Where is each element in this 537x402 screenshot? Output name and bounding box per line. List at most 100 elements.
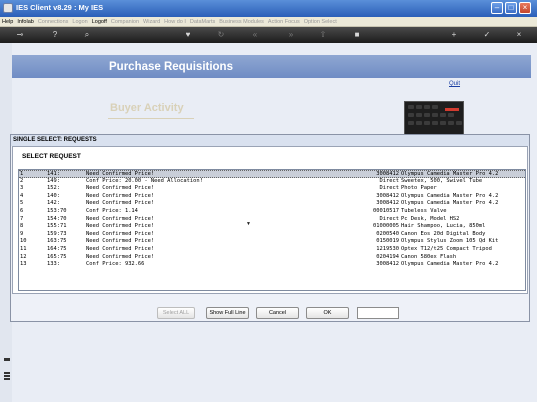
close-icon[interactable]: × xyxy=(514,30,524,40)
window-title: IES Client v8.29 : My IES xyxy=(16,3,104,12)
heart-icon[interactable]: ♥ xyxy=(183,30,193,40)
table-row[interactable]: 5 142: Need Confirmed Price! 3008412 Olympus… xyxy=(19,200,525,208)
row-id: 164:75 xyxy=(47,246,67,252)
dialog-heading: SELECT REQUEST xyxy=(22,153,81,160)
row-desc: Need Confirmed Price! xyxy=(86,185,155,192)
ok-button[interactable]: OK xyxy=(306,307,349,319)
menu-item-help[interactable]: Help xyxy=(0,17,15,27)
menu-item-option-select[interactable]: Option Select xyxy=(302,17,339,27)
select-request-dialog: SINGLE SELECT: REQUESTS SELECT REQUEST ▼… xyxy=(10,134,530,322)
maximize-button[interactable]: □ xyxy=(505,2,517,14)
row-id: 152: xyxy=(47,185,60,192)
row-desc: Need Confirmed Price! xyxy=(86,246,155,252)
row-item: Canon 580ex Flash xyxy=(401,253,457,260)
row-desc: Need Confirmed Price! xyxy=(86,223,155,230)
menu-item-action-focus[interactable]: Action Focus xyxy=(266,17,302,27)
select-all-button[interactable]: Select ALL xyxy=(157,307,195,319)
section-divider xyxy=(108,118,194,119)
table-row[interactable]: 2 149: Conf Price: 20.00 - Need Allocation… xyxy=(19,178,525,186)
row-num: 9 xyxy=(20,230,24,237)
toolbar: ⊸ ? ⌕ ♥ ↻ « » ⇧ ■ + ✓ × xyxy=(0,27,537,43)
menu-item-wizard[interactable]: Wizard xyxy=(141,17,162,27)
row-num: 10 xyxy=(20,238,27,245)
forward-icon[interactable]: » xyxy=(286,30,296,40)
row-item: Hair Shampoo, Lucia, 850ml xyxy=(401,223,486,230)
row-id: 153:70 xyxy=(47,208,67,214)
table-row[interactable]: 6 153:70 Conf Price: 1.14 00010517 Tubeless … xyxy=(19,208,525,216)
help-icon[interactable]: ? xyxy=(50,30,60,40)
row-num: 3 xyxy=(20,185,24,192)
row-item: Optex T12/t25 Compact Tripod xyxy=(401,246,492,252)
key-icon[interactable]: ⊸ xyxy=(12,30,28,40)
table-row[interactable]: 3 152: Need Confirmed Price! Direct Photo Pa… xyxy=(19,185,525,193)
page-title: Purchase Requisitions xyxy=(109,61,233,73)
menu-item-how-do-i[interactable]: How do I xyxy=(162,17,188,27)
row-num: 6 xyxy=(20,208,24,214)
table-row[interactable]: 13 133: Conf Price: 932.66 3008412 Olympus C… xyxy=(19,261,525,269)
section-title: Buyer Activity xyxy=(110,102,184,114)
menu-item-companion[interactable]: Companion xyxy=(109,17,141,27)
row-code: 3008412 xyxy=(376,261,399,268)
request-list[interactable]: ▼ 1 141: Need Confirmed Price! 3008412 Olymp… xyxy=(18,169,526,291)
check-icon[interactable]: ✓ xyxy=(482,30,492,40)
menu-item-connections[interactable]: Connections xyxy=(36,17,71,27)
row-desc: Conf Price: 1.14 xyxy=(86,208,138,214)
upload-icon[interactable]: ⇧ xyxy=(318,30,328,40)
row-item: Olympus Camedia Master Pro 4.2 xyxy=(401,261,499,268)
table-row[interactable]: 12 165:75 Need Confirmed Price! 0204194 Cano… xyxy=(19,254,525,262)
menu-bar: Help Infolab Connections Logon Logoff Compani… xyxy=(0,17,537,27)
cancel-button[interactable]: Cancel xyxy=(256,307,299,319)
table-row[interactable]: 4 140: Need Confirmed Price! 3008412 Olympus… xyxy=(19,193,525,201)
menu-item-business-modules[interactable]: Business Modules xyxy=(217,17,266,27)
row-item: Olympus Camedia Master Pro 4.2 xyxy=(401,200,499,207)
table-row[interactable]: 9 159:73 Need Confirmed Price! 0200540 Canon… xyxy=(19,231,525,239)
quit-link[interactable]: Quit xyxy=(449,81,460,87)
row-item: Sweetex, 500, Swivel Tube xyxy=(401,177,483,184)
row-code: Direct xyxy=(379,177,399,184)
menu-item-logon[interactable]: Logon xyxy=(70,17,89,27)
app-icon xyxy=(3,3,13,13)
menu-item-datamarts[interactable]: DataMarts xyxy=(188,17,217,27)
row-num: 8 xyxy=(20,223,24,230)
row-desc: Need Confirmed Price! xyxy=(86,215,155,222)
row-code: Direct xyxy=(379,215,399,222)
row-desc: Need Confirmed Price! xyxy=(86,238,155,245)
row-code: 0200540 xyxy=(376,230,399,237)
row-id: 142: xyxy=(47,200,60,207)
close-window-button[interactable]: × xyxy=(519,2,531,14)
row-id: 159:73 xyxy=(47,230,67,237)
menu-item-infolab[interactable]: Infolab xyxy=(15,17,36,27)
table-row[interactable]: 1 141: Need Confirmed Price! 3008412 Olympus… xyxy=(19,170,525,178)
row-id: 133: xyxy=(47,261,60,268)
refresh-icon[interactable]: ↻ xyxy=(216,30,226,40)
dialog-body: SELECT REQUEST ▼ 1 141: Need Confirmed Pri… xyxy=(12,146,528,294)
row-num: 12 xyxy=(20,253,27,260)
row-code: 00010517 xyxy=(373,208,399,214)
row-code: 3008412 xyxy=(376,200,399,207)
minimize-button[interactable]: – xyxy=(491,2,503,14)
row-num: 13 xyxy=(20,261,27,268)
row-item: Pc Desk, Model HS2 xyxy=(401,215,460,222)
rewind-icon[interactable]: « xyxy=(250,30,260,40)
table-row[interactable]: 7 154:70 Need Confirmed Price! Direct Pc Des… xyxy=(19,216,525,224)
row-desc: Conf Price: 932.66 xyxy=(86,261,145,268)
row-num: 11 xyxy=(20,246,27,252)
plus-icon[interactable]: + xyxy=(449,30,459,40)
row-desc: Conf Price: 20.00 - Need Allocation! xyxy=(86,177,203,184)
table-row[interactable]: 8 155:71 Need Confirmed Price! 01000005 Hair… xyxy=(19,223,525,231)
search-icon[interactable]: ⌕ xyxy=(82,30,92,40)
table-row[interactable]: 11 164:75 Need Confirmed Price! 1219530 Opte… xyxy=(19,246,525,254)
row-item: Canon Eos 20d Digital Body xyxy=(401,230,486,237)
table-row[interactable]: 10 163:75 Need Confirmed Price! 0150019 Olym… xyxy=(19,238,525,246)
row-id: 149: xyxy=(47,177,60,184)
keyboard-image xyxy=(404,101,464,136)
input-field[interactable] xyxy=(357,307,399,319)
dialog-title: SINGLE SELECT: REQUESTS xyxy=(11,135,529,146)
menu-item-logoff[interactable]: Logoff xyxy=(90,17,109,27)
stop-icon[interactable]: ■ xyxy=(352,30,362,40)
show-full-line-button[interactable]: Show Full Line xyxy=(206,307,249,319)
row-desc: Need Confirmed Price! xyxy=(86,253,155,260)
row-code: 3008412 xyxy=(376,192,399,199)
row-num: 4 xyxy=(20,192,24,199)
row-code: 0150019 xyxy=(376,238,399,245)
